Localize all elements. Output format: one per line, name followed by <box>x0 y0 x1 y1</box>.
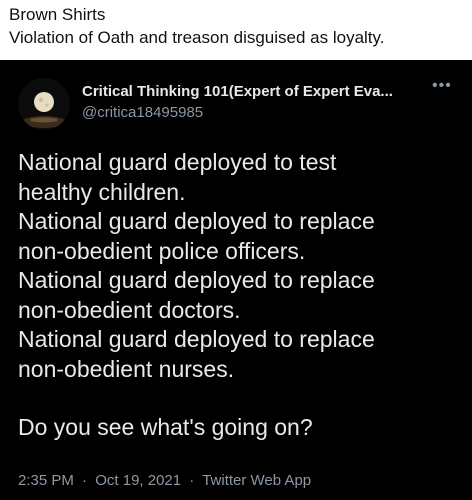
author-name[interactable]: Critical Thinking 101(Expert of Expert E… <box>82 83 412 100</box>
caption-subtitle: Violation of Oath and treason disguised … <box>9 28 385 47</box>
tweet-date[interactable]: Oct 19, 2021 <box>95 472 181 489</box>
tweet-card: Critical Thinking 101(Expert of Expert E… <box>0 60 472 500</box>
tweet-text-line: National guard deployed to test <box>18 149 337 175</box>
tweet-text-line: healthy children. <box>18 178 186 205</box>
caption-title: Brown Shirts <box>9 5 106 24</box>
tweet-text-line: National guard deployed to replace <box>18 326 375 352</box>
tweet-text: National guard deployed to test healthy … <box>18 148 458 443</box>
post-caption: Brown Shirts Violation of Oath and treas… <box>0 0 472 58</box>
moon-avatar-icon[interactable] <box>18 78 70 130</box>
tweet-source[interactable]: Twitter Web App <box>202 472 311 489</box>
more-options-icon[interactable]: ••• <box>432 78 454 96</box>
meta-separator: · <box>82 472 88 489</box>
tweet-metadata: 2:35 PM · Oct 19, 2021 · Twitter Web App <box>18 472 311 489</box>
tweet-text-line: non-obedient nurses. <box>18 355 235 382</box>
tweet-time[interactable]: 2:35 PM <box>18 472 74 489</box>
avatar-image <box>18 78 70 130</box>
meta-separator: · <box>189 472 195 489</box>
tweet-text-line: non-obedient doctors. <box>18 296 241 323</box>
tweet-text-line: non-obedient police officers. <box>18 237 306 264</box>
tweet-question: Do you see what's going on? <box>18 414 313 440</box>
author-handle[interactable]: @critica18495985 <box>82 104 203 121</box>
tweet-text-line: National guard deployed to replace <box>18 267 375 293</box>
screenshot-page: Brown Shirts Violation of Oath and treas… <box>0 0 472 500</box>
tweet-text-line: National guard deployed to replace <box>18 208 375 234</box>
